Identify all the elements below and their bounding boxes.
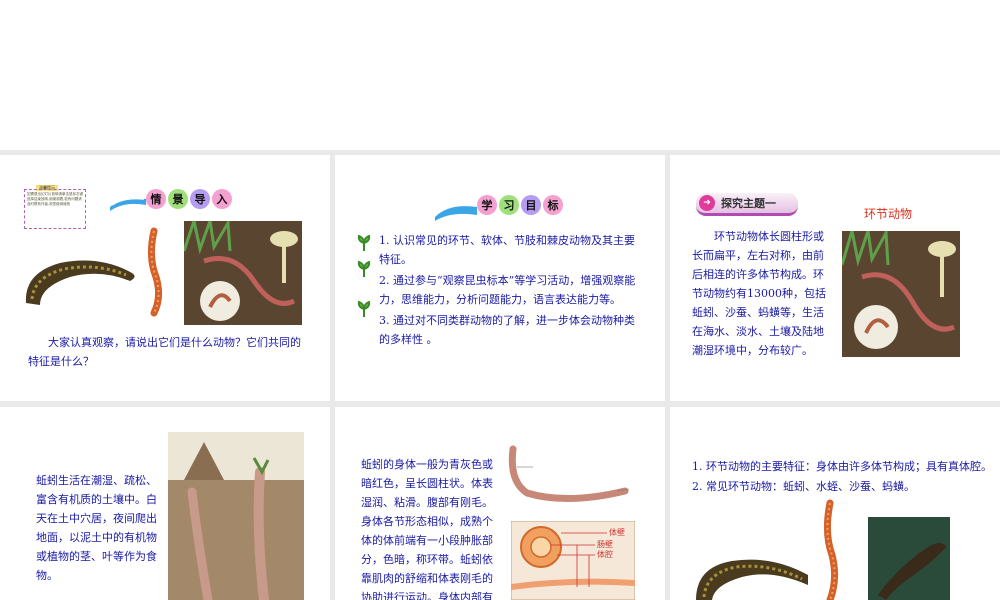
leech-water-image <box>868 517 950 600</box>
topic-description: 环节动物体长圆柱形或长而扁平，左右对称，由前后相连的许多体节构成。环节动物约有1… <box>692 230 826 357</box>
sprout-icon <box>357 301 371 317</box>
leech-image <box>696 559 808 600</box>
banner-char: 学 <box>477 195 497 215</box>
slide-thumbnail-4[interactable]: 蚯蚓生活在潮湿、疏松、富含有机质的土壤中。白天在土中穴居，夜间爬出地面，以泥土中… <box>0 407 330 600</box>
summary-point-2: 2. 常见环节动物：蚯蚓、水蛭、沙蚕、蚂蟥。 <box>692 480 915 493</box>
label-body-wall: 体壁 <box>609 528 625 537</box>
earthworm-diagram <box>508 445 630 503</box>
banner-goals: 学 习 目 标 <box>477 195 565 215</box>
banner-char: 入 <box>212 189 232 209</box>
banner-char: 习 <box>499 195 519 215</box>
earthworm-soil-image <box>842 231 960 357</box>
centipede-image <box>147 227 163 317</box>
leech-image <box>25 260 135 305</box>
centipede-image <box>823 499 839 600</box>
tip-note: 如需退出幻灯片放映请单击鼠标右键选择结束放映,谢谢观看,若有问题请及时联系作者,… <box>24 189 86 229</box>
earthworm-soil-image <box>184 221 302 325</box>
earthworm-habitat-text: 蚯蚓生活在潮湿、疏松、富含有机质的土壤中。白天在土中穴居，夜间爬出地面，以泥土中… <box>36 474 157 582</box>
arrow-icon: ➜ <box>699 195 715 211</box>
blank-header-area <box>0 0 1000 150</box>
book-icon <box>435 206 477 221</box>
sprout-icon <box>357 235 371 251</box>
slide-thumbnail-5[interactable]: 蚯蚓的身体一般为青灰色或暗红色，呈长圆柱状。体表湿润、粘滑。腹部有刚毛。身体各节… <box>335 407 665 600</box>
slide-thumbnail-2[interactable]: 学 习 目 标 1. 认识常见的环节、软体、节肢和棘皮动物及其主要特征。 2. … <box>335 155 665 401</box>
banner-char: 情 <box>146 189 166 209</box>
summary-point-1: 1. 环节动物的主要特征：身体由许多体节构成；具有真体腔。 <box>692 460 992 473</box>
banner-char: 景 <box>168 189 188 209</box>
earthworm-body-text: 蚯蚓的身体一般为青灰色或暗红色，呈长圆柱状。体表湿润、粘滑。腹部有刚毛。身体各节… <box>361 458 493 600</box>
slide-thumbnail-6[interactable]: 1. 环节动物的主要特征：身体由许多体节构成；具有真体腔。 2. 常见环节动物：… <box>670 407 1000 600</box>
goal-3: 3. 通过对不同类群动物的了解，进一步体会动物种类的多样性 。 <box>379 314 635 346</box>
slide-thumbnail-3[interactable]: ➜ 探究主题一 环节动物 环节动物体长圆柱形或长而扁平，左右对称，由前后相连的许… <box>670 155 1000 401</box>
banner-intro: 情 景 导 入 <box>146 189 234 209</box>
goal-2: 2. 通过参与“观察昆虫标本”等学习活动，增强观察能力，思维能力，分析问题能力，… <box>379 274 636 306</box>
slide-thumbnail-1[interactable]: 温馨提示 如需退出幻灯片放映请单击鼠标右键选择结束放映,谢谢观看,若有问题请及时… <box>0 155 330 401</box>
topic-tag: ➜ 探究主题一 <box>696 193 798 216</box>
topic-title: 环节动物 <box>864 207 913 221</box>
label-body-cavity: 体腔 <box>597 550 613 559</box>
goal-1: 1. 认识常见的环节、软体、节肢和棘皮动物及其主要特征。 <box>379 234 635 266</box>
earthworm-burrow-image <box>168 432 304 600</box>
sprout-icon <box>357 261 371 277</box>
topic-tag-label: 探究主题一 <box>721 197 776 210</box>
book-icon <box>110 197 146 211</box>
banner-char: 导 <box>190 189 210 209</box>
banner-char: 标 <box>543 195 563 215</box>
intro-question: 大家认真观察，请说出它们是什么动物？它们共同的特征是什么？ <box>28 336 301 368</box>
banner-char: 目 <box>521 195 541 215</box>
